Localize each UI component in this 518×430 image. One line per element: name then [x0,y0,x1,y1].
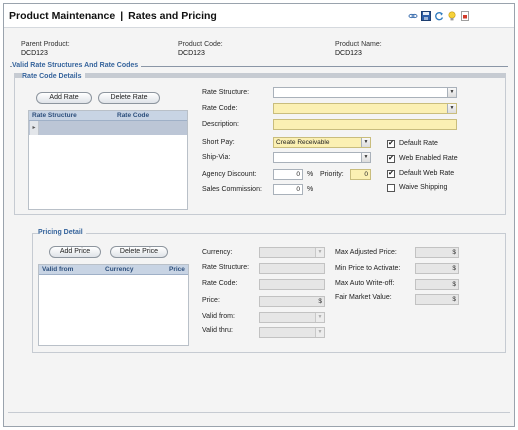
calendar-dropdown-icon: ▼ [315,313,324,322]
valid-thru-input[interactable]: ▼ [259,327,325,338]
window-frame: Product Maintenance | Rates and Pricing Pa… [3,3,515,427]
title-separator: | [120,10,124,22]
ship-via-select[interactable]: ▼ [273,152,371,163]
valid-from-label: Valid from: [202,313,235,320]
min-price-label: Min Price to Activate: [335,265,401,272]
link-icon[interactable] [408,11,418,21]
column-rate-structure[interactable]: Rate Structure [32,112,77,119]
rate-structure-label: Rate Structure: [202,89,250,96]
description-label: Description: [202,121,239,128]
page-title: Product Maintenance | Rates and Pricing [9,10,217,22]
price-label: Price: [202,297,220,304]
price-input[interactable]: $ [259,296,325,307]
chevron-down-icon: ▼ [361,138,370,147]
ship-via-label: Ship-Via: [202,154,231,161]
add-rate-button[interactable]: Add Rate [36,92,92,104]
report-icon[interactable] [460,11,470,21]
rate-grid-header: Rate Structure Rate Code [29,111,187,121]
valid-from-input[interactable]: ▼ [259,312,325,323]
default-rate-label: Default Rate [399,140,438,147]
max-auto-writeoff-label: Max Auto Write-off: [335,280,395,287]
delete-rate-button[interactable]: Delete Rate [98,92,160,104]
max-auto-writeoff-input[interactable]: $ [415,279,459,290]
title-product-maintenance: Product Maintenance [9,10,116,22]
pricing-rate-structure-input[interactable] [259,263,325,274]
currency-label: Currency: [202,249,233,256]
parent-product-label: Parent Product: [21,41,70,48]
pricing-detail-title: Pricing Detail [38,229,86,236]
chevron-down-icon: ▼ [361,153,370,162]
max-adjusted-price-label: Max Adjusted Price: [335,249,397,256]
rate-code-details-title: Rate Code Details [22,73,85,80]
row-indicator-icon: ▸ [30,121,39,135]
agency-discount-label: Agency Discount: [202,171,257,178]
fair-market-currency-symbol: $ [452,296,456,303]
valid-rates-section-title: Valid Rate Structures And Rate Codes [12,62,142,69]
lightbulb-icon[interactable] [447,11,457,21]
rate-code-label: Rate Code: [202,105,238,112]
waive-shipping-checkbox[interactable] [387,184,395,192]
rate-grid-row[interactable]: ▸ [29,121,187,135]
column-price[interactable]: Price [169,266,185,273]
page-header: Product Maintenance | Rates and Pricing [4,4,514,28]
product-code-value: DCD123 [178,50,205,57]
product-code-label: Product Code: [178,41,223,48]
add-price-button[interactable]: Add Price [49,246,101,258]
web-enabled-rate-checkbox[interactable]: ✔ [387,155,395,163]
description-input[interactable] [273,119,457,130]
valid-thru-label: Valid thru: [202,327,233,334]
chevron-down-icon: ▼ [315,248,324,257]
rate-code-select[interactable]: ▼ [273,103,457,114]
short-pay-select[interactable]: Create Receivable ▼ [273,137,371,148]
fair-market-value-input[interactable]: $ [415,294,459,305]
rate-grid: Rate Structure Rate Code ▸ [28,110,188,210]
web-enabled-rate-label: Web Enabled Rate [399,155,458,162]
default-web-rate-label: Default Web Rate [399,170,455,177]
waive-shipping-label: Waive Shipping [399,184,448,191]
product-name-value: DCD123 [335,50,362,57]
pricing-rate-code-input[interactable] [259,279,325,290]
parent-product-value: DCD123 [21,50,48,57]
currency-select[interactable]: ▼ [259,247,325,258]
refresh-icon[interactable] [434,11,444,21]
sales-commission-label: Sales Commission: [202,186,262,193]
pricing-rate-code-label: Rate Code: [202,280,238,287]
footer-divider [8,412,510,413]
rate-structure-select[interactable]: ▼ [273,87,457,98]
short-pay-label: Short Pay: [202,139,235,146]
chevron-down-icon: ▼ [447,88,456,97]
max-adjusted-currency-symbol: $ [452,249,456,256]
product-name-label: Product Name: [335,41,382,48]
sales-commission-percent: % [307,186,314,193]
price-grid-header: Valid from Currency Price [39,265,188,275]
priority-label: Priority: [320,171,344,178]
rate-code-details-band [14,73,506,77]
column-currency[interactable]: Currency [105,266,134,273]
price-grid: Valid from Currency Price [38,264,189,346]
calendar-dropdown-icon: ▼ [315,328,324,337]
delete-price-button[interactable]: Delete Price [110,246,168,258]
pricing-rate-structure-label: Rate Structure: [202,264,250,271]
default-web-rate-checkbox[interactable]: ✔ [387,170,395,178]
max-auto-currency-symbol: $ [452,281,456,288]
min-price-input[interactable]: $ [415,263,459,274]
column-valid-from[interactable]: Valid from [42,266,73,273]
max-adjusted-price-input[interactable]: $ [415,247,459,258]
agency-discount-input[interactable]: 0 [273,169,303,180]
agency-discount-percent: % [307,171,314,178]
short-pay-value: Create Receivable [276,139,330,146]
priority-input[interactable]: 0 [350,169,371,180]
min-price-currency-symbol: $ [452,265,456,272]
title-rates-and-pricing: Rates and Pricing [128,10,217,22]
save-icon[interactable] [421,11,431,21]
price-currency-symbol: $ [318,298,322,305]
chevron-down-icon: ▼ [447,104,456,113]
fair-market-value-label: Fair Market Value: [335,294,392,301]
default-rate-checkbox[interactable]: ✔ [387,140,395,148]
column-rate-code[interactable]: Rate Code [117,112,149,119]
sales-commission-input[interactable]: 0 [273,184,303,195]
